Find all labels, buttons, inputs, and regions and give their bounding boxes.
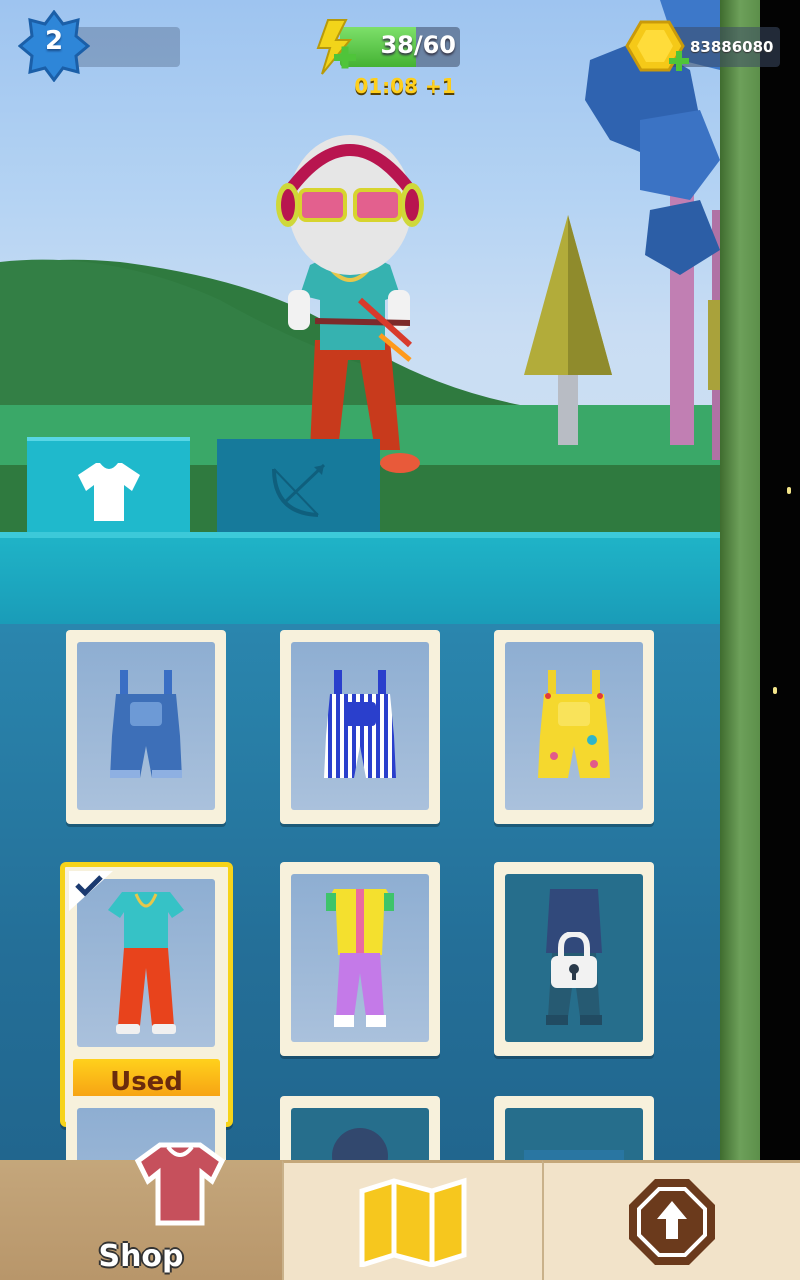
item-preview [505, 874, 643, 1042]
item-preview [505, 642, 643, 810]
item-card-dark-outfit[interactable] [494, 862, 654, 1056]
item-card-row3-middle[interactable] [280, 1096, 440, 1160]
item-card-striped-overalls[interactable] [280, 630, 440, 824]
tshirt-icon [77, 463, 140, 521]
scene-spark [787, 487, 791, 494]
energy-timer: 01:08 +1 [354, 74, 456, 98]
nav-shop-button[interactable]: Shop [0, 1142, 282, 1280]
scene-edge-strip [720, 0, 760, 1160]
player-character [276, 135, 424, 473]
shirt-icon [134, 1142, 226, 1226]
item-card-floral-overalls[interactable] [494, 630, 654, 824]
blue-outfit-image [524, 1150, 624, 1160]
item-card-row3-right[interactable] [494, 1096, 654, 1160]
upgrade-arrow-icon [629, 1178, 715, 1265]
shop-item-grid: Used [0, 624, 720, 1160]
tab-outfit[interactable] [27, 437, 190, 543]
striped-overalls-image [324, 670, 396, 778]
item-preview [291, 642, 429, 810]
game-screen: 2 38/60 01:08 +1 83886080 Used Shop [0, 0, 800, 1280]
shop-panel-header [0, 532, 720, 624]
nav-shop-label: Shop [98, 1239, 184, 1274]
equipped-check-icon [69, 871, 113, 911]
tab-weapon[interactable] [217, 439, 380, 541]
item-card-teal-tee-red-pants[interactable]: Used [60, 862, 233, 1127]
nav-upgrade-button[interactable] [542, 1160, 800, 1280]
denim-overalls-image [110, 670, 182, 778]
colorful-vest-outfit-image [326, 889, 394, 1027]
nav-map-button[interactable] [282, 1160, 542, 1280]
item-preview [77, 642, 215, 810]
bow-icon [271, 463, 325, 517]
dark-hood-image [332, 1128, 388, 1160]
floral-overalls-image [538, 670, 610, 778]
scene-black-margin [760, 0, 800, 1160]
item-card-colorful-vest-outfit[interactable] [280, 862, 440, 1056]
item-preview [505, 1108, 643, 1160]
coin-plus-icon[interactable] [625, 18, 691, 78]
level-number: 2 [44, 26, 64, 56]
teal-tee-red-pants-image [108, 892, 184, 1034]
item-preview [291, 1108, 429, 1160]
bottom-nav-bar: Shop [0, 1142, 800, 1280]
lock-icon [551, 932, 597, 988]
item-card-denim-overalls[interactable] [66, 630, 226, 824]
energy-bolt-plus-icon[interactable] [310, 18, 360, 76]
scene-spark [773, 687, 777, 694]
coins-count: 83886080 [690, 38, 774, 56]
item-preview [291, 874, 429, 1042]
energy-count: 38/60 [380, 31, 456, 59]
map-icon [359, 1177, 467, 1267]
